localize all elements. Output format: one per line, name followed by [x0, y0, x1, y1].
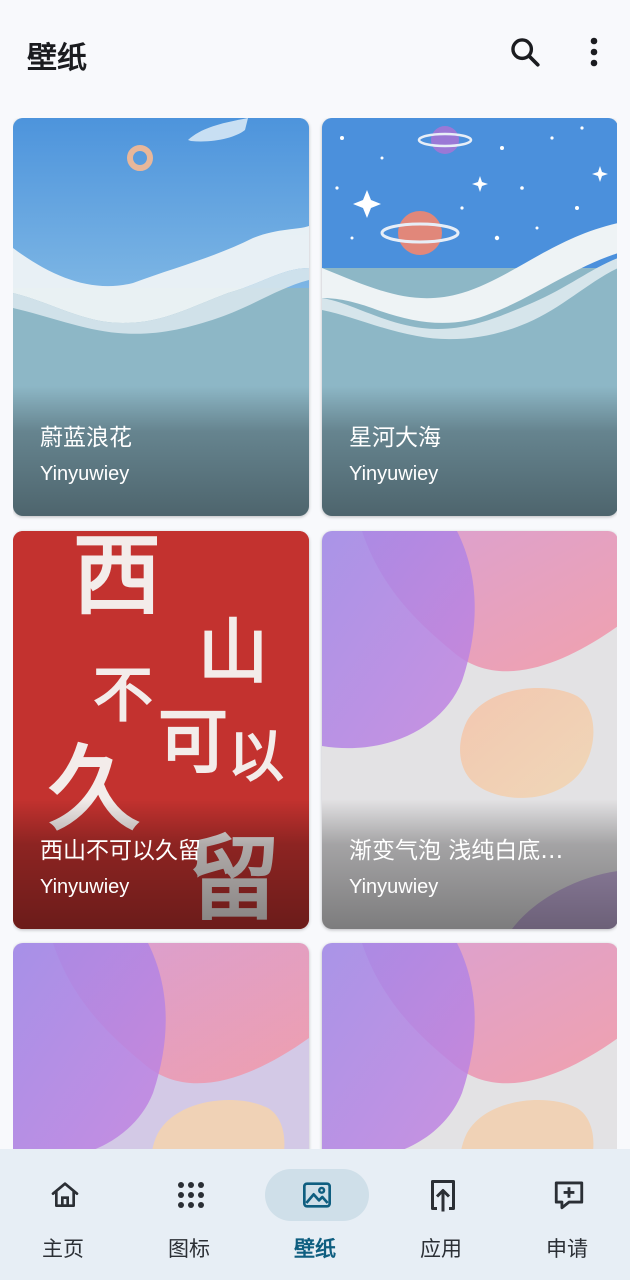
feedback-icon	[552, 1176, 586, 1214]
wallpaper-title: 西山不可以久留	[40, 838, 201, 864]
wallpaper-author: Yinyuwiey	[349, 876, 439, 898]
nav-item-home[interactable]: 主页	[0, 1149, 126, 1280]
calligraphy-char: 以	[228, 724, 284, 790]
wallpaper-author: Yinyuwiey	[40, 876, 130, 898]
wallpaper-grid: 蔚蓝浪花 Yinyuwiey 星河大海 Yinyuwiey 西 山 不 可 以 …	[13, 118, 617, 1158]
nav-item-wallpapers[interactable]: 壁纸	[252, 1149, 378, 1280]
wallpaper-author: Yinyuwiey	[349, 463, 439, 485]
wallpaper-thumbnail	[322, 943, 617, 1158]
wallpaper-author: Yinyuwiey	[40, 463, 130, 485]
wallpaper-title: 蔚蓝浪花	[40, 425, 132, 451]
image-icon	[300, 1176, 334, 1214]
wallpaper-thumbnail	[13, 943, 309, 1158]
nav-item-request[interactable]: 申请	[504, 1149, 630, 1280]
wallpaper-card[interactable]	[322, 943, 617, 1158]
nav-label: 壁纸	[294, 1237, 336, 1261]
calligraphy-char: 不	[93, 661, 153, 731]
wallpaper-card[interactable]: 星河大海 Yinyuwiey	[322, 118, 617, 516]
calligraphy-char: 山	[198, 610, 268, 693]
nav-item-icons[interactable]: 图标	[126, 1149, 252, 1280]
nav-label: 应用	[420, 1237, 462, 1261]
calligraphy-char: 可	[158, 700, 228, 783]
wallpaper-card[interactable]: 蔚蓝浪花 Yinyuwiey	[13, 118, 309, 516]
nav-label: 主页	[42, 1237, 84, 1261]
wallpaper-card[interactable]	[13, 943, 309, 1158]
nav-label: 图标	[168, 1237, 210, 1261]
search-icon	[511, 38, 540, 67]
bottom-navigation: 主页 图标 壁纸 应用 申请	[0, 1149, 630, 1280]
home-icon	[48, 1176, 82, 1214]
upload-icon	[426, 1176, 460, 1214]
page-title: 壁纸	[27, 41, 87, 76]
wallpaper-title: 星河大海	[349, 425, 441, 451]
wallpaper-title: 渐变气泡 浅纯白底…	[349, 838, 564, 864]
nav-label: 申请	[546, 1237, 588, 1261]
more-vert-icon	[590, 37, 598, 67]
search-button[interactable]	[503, 30, 547, 74]
more-options-button[interactable]	[572, 30, 616, 74]
grid-icon	[174, 1176, 208, 1214]
top-app-bar: 壁纸	[0, 0, 630, 108]
nav-item-apps[interactable]: 应用	[378, 1149, 504, 1280]
wallpaper-card[interactable]: 渐变气泡 浅纯白底… Yinyuwiey	[322, 531, 617, 929]
wallpaper-card[interactable]: 西 山 不 可 以 久 留 西山不可以久留 Yinyuwiey	[13, 531, 309, 929]
calligraphy-char: 西	[73, 531, 161, 627]
